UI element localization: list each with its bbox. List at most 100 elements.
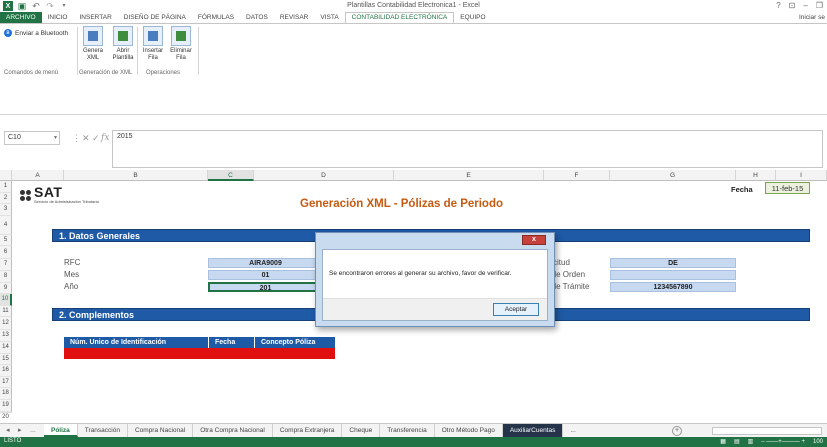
ano-cell[interactable]: 201 (208, 282, 323, 292)
column-header-i[interactable]: I (776, 170, 827, 181)
add-sheet-icon[interactable]: + (672, 426, 682, 436)
insertar-fila-button[interactable]: Insertar Fila (139, 26, 167, 62)
dialog-message: Se encontraron errores al generar su arc… (329, 270, 512, 277)
tab-equipo[interactable]: EQUIPO (454, 12, 491, 23)
help-icon[interactable]: ? (776, 1, 780, 10)
more-sheets-right[interactable]: ... (563, 424, 582, 437)
ano-label: Año (64, 282, 79, 291)
numero-orden-cell[interactable] (610, 270, 736, 280)
name-box[interactable]: C10 ▾ (4, 131, 60, 145)
abrir-plantilla-button[interactable]: Abrir Plantilla (109, 26, 137, 62)
page-layout-icon[interactable]: ▤ (734, 437, 740, 447)
send-bluetooth-button[interactable]: ʙ Enviar a Bluetooth (4, 29, 68, 37)
table-row-error[interactable] (64, 348, 335, 359)
tab-contabilidad-electronica[interactable]: CONTABILIDAD ELECTRÓNICA (344, 12, 455, 23)
sheet-tab-bar: ◂ ▸ ... Póliza Transacción Compra Nacion… (0, 423, 827, 437)
sheet-tab-otra-compra-nacional[interactable]: Otra Compra Nacional (193, 424, 273, 437)
ribbon-display-icon[interactable]: ⊡ (789, 1, 796, 10)
abrir-plantilla-label-2: Plantilla (112, 55, 134, 61)
column-header-h[interactable]: H (736, 170, 776, 181)
tab-vista[interactable]: VISTA (314, 12, 344, 23)
fecha-cell[interactable]: 11-feb-15 (765, 182, 810, 194)
horizontal-scrollbar[interactable] (712, 427, 822, 435)
tab-insertar[interactable]: INSERTAR (74, 12, 118, 23)
fecha-label: Fecha (731, 185, 753, 194)
row-header[interactable]: 4 (0, 215, 12, 235)
insertar-fila-label-2: Fila (148, 55, 158, 61)
sheet-tab-compra-nacional[interactable]: Compra Nacional (128, 424, 194, 437)
column-header-c[interactable]: C (208, 170, 254, 181)
tab-inicio[interactable]: INICIO (42, 12, 74, 23)
tipo-solicitud-cell[interactable]: DE (610, 258, 736, 268)
enter-icon[interactable]: ✓ (92, 131, 100, 145)
page-break-icon[interactable]: ▥ (748, 437, 754, 447)
row-header[interactable]: 18 (0, 388, 12, 400)
sat-logo-subtitle: Servicio de Administración Tributaria (34, 199, 99, 204)
row-header[interactable]: 5 (0, 234, 12, 247)
close-icon[interactable]: x (522, 235, 546, 245)
numero-tramite-cell[interactable]: 1234567890 (610, 282, 736, 292)
eliminar-fila-button[interactable]: Eliminar Fila (167, 26, 195, 62)
row-header[interactable]: 12 (0, 317, 12, 331)
row-header[interactable]: 13 (0, 330, 12, 342)
spreadsheet-icon (113, 26, 133, 46)
sheet-tab-cheque[interactable]: Cheque (342, 424, 381, 437)
row-header[interactable]: 3 (0, 204, 12, 216)
row-header[interactable]: 7 (0, 259, 12, 271)
sign-in-link[interactable]: Iniciar se (799, 14, 825, 21)
prev-sheet-icon[interactable]: ◂ (6, 425, 10, 437)
sheet-tab-compra-extranjera[interactable]: Compra Extranjera (273, 424, 343, 437)
sheet-tab-otro-metodo-pago[interactable]: Otro Método Pago (435, 424, 503, 437)
normal-view-icon[interactable]: ▦ (720, 437, 726, 447)
column-header-b[interactable]: B (64, 170, 208, 181)
tab-archivo[interactable]: ARCHIVO (0, 12, 42, 23)
sheet-tab-transferencia[interactable]: Transferencia (380, 424, 435, 437)
column-header-f[interactable]: F (544, 170, 610, 181)
sheet-tab-poliza[interactable]: Póliza (44, 424, 78, 437)
mes-cell[interactable]: 01 (208, 270, 323, 280)
next-sheet-icon[interactable]: ▸ (18, 425, 22, 437)
row-header[interactable]: 1 (0, 181, 12, 193)
chevron-down-icon[interactable]: ▾ (54, 132, 57, 144)
column-header-d[interactable]: D (254, 170, 394, 181)
zoom-level[interactable]: 100 (813, 437, 823, 447)
column-header-g[interactable]: G (610, 170, 736, 181)
more-icon: ⋮ (72, 133, 81, 143)
formula-input[interactable]: 2015 (112, 130, 823, 168)
row-header[interactable]: 11 (0, 305, 12, 318)
column-header-a[interactable]: A (12, 170, 64, 181)
dialog-body: Se encontraron errores al generar su arc… (322, 249, 548, 321)
row-header[interactable]: 9 (0, 282, 12, 295)
tab-revisar[interactable]: REVISAR (274, 12, 315, 23)
sheet-tab-auxiliar-cuentas[interactable]: AuxiliarCuentas (502, 424, 564, 437)
row-header[interactable]: 20 (0, 411, 12, 420)
sheet-tab-transaccion[interactable]: Transacción (78, 424, 128, 437)
eliminar-fila-label-1: Eliminar (170, 48, 192, 54)
select-all-corner[interactable] (0, 170, 12, 181)
tab-diseno-pagina[interactable]: DISEÑO DE PÁGINA (118, 12, 192, 23)
insert-function-icon[interactable]: fx (101, 131, 109, 145)
minimize-icon[interactable]: – (803, 1, 807, 10)
row-header[interactable]: 16 (0, 365, 12, 377)
genera-xml-button[interactable]: Genera XML (79, 26, 107, 62)
aceptar-button[interactable]: Aceptar (493, 303, 539, 316)
row-header[interactable]: 17 (0, 376, 12, 389)
row-header[interactable]: 19 (0, 400, 12, 412)
rfc-cell[interactable]: AIRA9009 (208, 258, 323, 268)
row-header[interactable]: 14 (0, 342, 12, 354)
row-header[interactable]: 8 (0, 271, 12, 283)
column-header-e[interactable]: E (394, 170, 544, 181)
row-header[interactable]: 6 (0, 246, 12, 260)
bluetooth-icon: ʙ (4, 29, 12, 37)
cancel-icon[interactable]: ✕ (82, 131, 90, 145)
more-sheets-left[interactable]: ... (30, 425, 36, 437)
complementos-table-header: Núm. Unico de Identificación Fecha Conce… (64, 337, 335, 348)
row-header[interactable]: 15 (0, 353, 12, 366)
dialog-titlebar[interactable]: x (316, 233, 554, 247)
restore-icon[interactable]: ❐ (816, 1, 823, 10)
row-header[interactable]: 2 (0, 192, 12, 205)
tab-datos[interactable]: DATOS (240, 12, 274, 23)
tab-formulas[interactable]: FÓRMULAS (192, 12, 240, 23)
zoom-slider[interactable]: – ——+——— + (761, 437, 805, 447)
row-header[interactable]: 10 (0, 294, 12, 306)
